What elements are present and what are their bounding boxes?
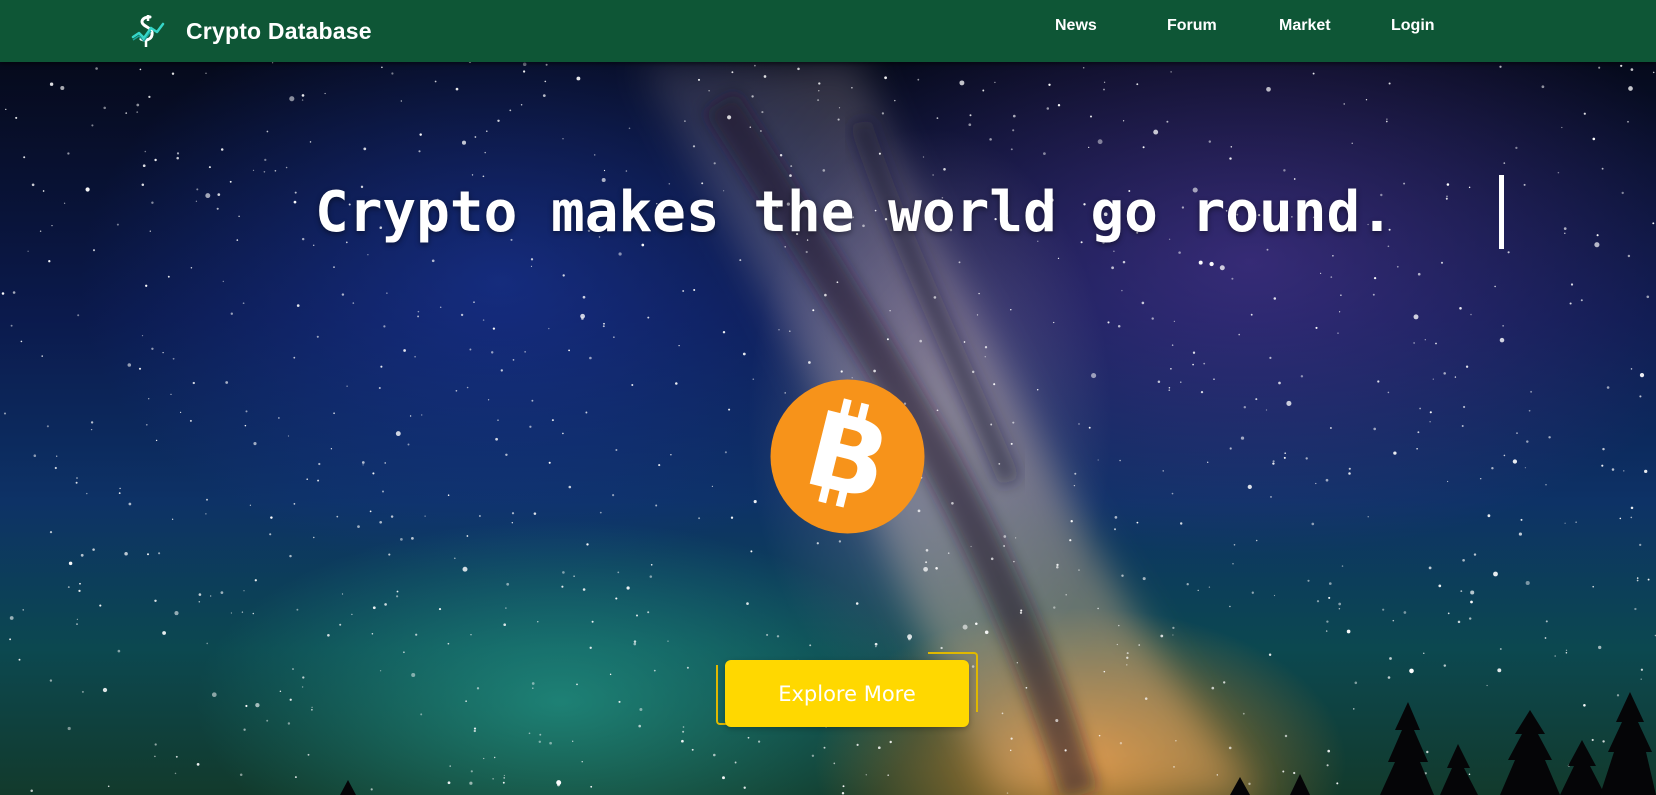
nav-link-forum[interactable]: Forum	[1167, 17, 1217, 35]
nav-links: News Forum Market Login	[0, 0, 1656, 62]
typing-cursor	[1499, 175, 1504, 249]
bitcoin-icon: B	[770, 379, 925, 534]
nav-link-market[interactable]: Market	[1279, 17, 1331, 35]
nav-link-news[interactable]: News	[1055, 17, 1097, 35]
navbar: Crypto Database News Forum Market Login	[0, 0, 1656, 62]
nav-link-login[interactable]: Login	[1391, 17, 1435, 35]
explore-more-button[interactable]: Explore More	[725, 660, 969, 727]
explore-more-container: Explore More	[716, 649, 978, 731]
page: Crypto Database News Forum Market Login	[0, 0, 1656, 795]
hero-headline: Crypto makes the world go round.	[315, 180, 1394, 245]
hero-section: Crypto makes the world go round. B Explo…	[0, 62, 1656, 795]
